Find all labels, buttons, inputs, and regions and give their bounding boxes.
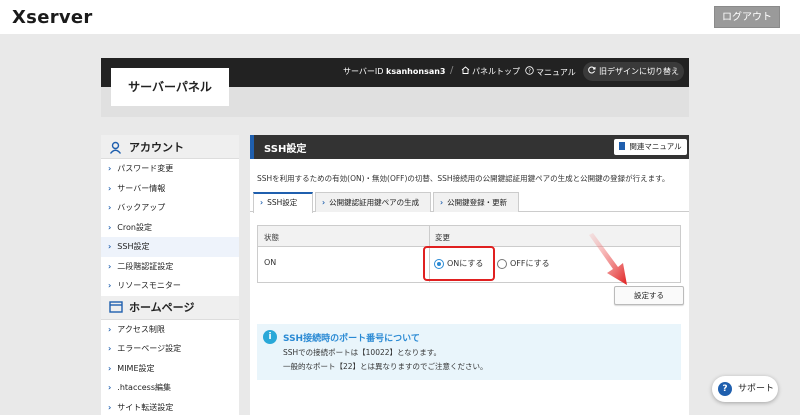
chevron-right-icon: › bbox=[108, 261, 112, 271]
page-title: SSH設定 bbox=[264, 144, 307, 155]
chevron-right-icon: › bbox=[108, 402, 112, 412]
sidebar-item-label: パスワード変更 bbox=[117, 164, 174, 174]
sidebar-item-cron[interactable]: › Cron設定 bbox=[101, 218, 239, 238]
chevron-right-icon: › bbox=[108, 324, 112, 334]
ssh-off-radio[interactable]: OFFにする bbox=[497, 258, 550, 269]
tab-ssh-settings[interactable]: › SSH設定 bbox=[253, 192, 313, 213]
chevron-right-icon: › bbox=[108, 383, 112, 393]
red-arrow-icon bbox=[589, 233, 627, 285]
home-icon bbox=[461, 66, 470, 76]
sidebar-item-password[interactable]: › パスワード変更 bbox=[101, 159, 239, 179]
tab-public-key-register[interactable]: › 公開鍵登録・更新 bbox=[433, 192, 519, 212]
sidebar-section-title: アカウント bbox=[129, 140, 184, 154]
save-settings-button[interactable]: 設定する bbox=[614, 286, 684, 305]
sidebar-item-label: エラーページ設定 bbox=[117, 344, 182, 354]
info-title: SSH接続時のポート番号について bbox=[283, 334, 420, 344]
chevron-right-icon: › bbox=[260, 198, 264, 207]
manual-link[interactable]: ? マニュアル bbox=[525, 66, 576, 78]
old-design-label: 旧デザインに切り替え bbox=[599, 67, 679, 76]
tab-label: 公開鍵認証用鍵ペアの生成 bbox=[329, 198, 420, 207]
chevron-right-icon: › bbox=[108, 363, 112, 373]
manual-label: マニュアル bbox=[536, 68, 576, 77]
sidebar-item-error-page[interactable]: › エラーページ設定 bbox=[101, 339, 239, 359]
question-icon: ? bbox=[718, 382, 732, 396]
column-header-change: 変更 bbox=[435, 233, 450, 242]
sidebar-item-label: サーバー情報 bbox=[117, 183, 166, 193]
sidebar-item-server-info[interactable]: › サーバー情報 bbox=[101, 179, 239, 199]
sidebar-item-label: アクセス制限 bbox=[117, 324, 165, 334]
sidebar-item-label: バックアップ bbox=[117, 203, 166, 213]
radio-label: OFFにする bbox=[510, 259, 550, 268]
xserver-logo[interactable]: Xserver bbox=[12, 7, 93, 28]
chevron-right-icon: › bbox=[440, 198, 444, 207]
sidebar-section-account: アカウント bbox=[101, 135, 239, 159]
logout-button[interactable]: ログアウト bbox=[714, 6, 780, 28]
chevron-right-icon: › bbox=[108, 203, 112, 213]
chevron-right-icon: › bbox=[322, 198, 326, 207]
sidebar-item-ssh[interactable]: › SSH設定 bbox=[101, 237, 239, 257]
sidebar-item-label: SSH設定 bbox=[117, 242, 150, 252]
sidebar-item-label: リソースモニター bbox=[117, 281, 181, 291]
sidebar-item-label: Cron設定 bbox=[117, 222, 152, 232]
sidebar-item-resource-monitor[interactable]: › リソースモニター bbox=[101, 276, 239, 296]
user-icon bbox=[109, 141, 123, 154]
chevron-right-icon: › bbox=[108, 344, 112, 354]
tab-keypair-generate[interactable]: › 公開鍵認証用鍵ペアの生成 bbox=[315, 192, 431, 212]
column-header-status: 状態 bbox=[264, 233, 279, 242]
port-info-box: i SSH接続時のポート番号について SSHでの接続ポートは【10022】となり… bbox=[257, 324, 681, 380]
sidebar-section-title: ホームページ bbox=[129, 301, 195, 314]
server-panel-logo[interactable]: サーバーパネル bbox=[111, 68, 229, 106]
book-icon bbox=[619, 142, 626, 150]
sidebar-item-label: MIME設定 bbox=[117, 363, 155, 373]
ssh-status-value: ON bbox=[264, 258, 277, 267]
sidebar-item-mime[interactable]: › MIME設定 bbox=[101, 359, 239, 379]
info-line: 一般的なポート【22】とは異なりますのでご注意ください。 bbox=[283, 362, 488, 371]
chevron-right-icon: › bbox=[108, 183, 112, 193]
old-design-switch-button[interactable]: 旧デザインに切り替え bbox=[583, 62, 684, 81]
top-bar: Xserver ログアウト bbox=[0, 0, 800, 34]
panel-top-label: パネルトップ bbox=[472, 67, 520, 76]
browser-window-icon bbox=[109, 301, 123, 313]
sidebar-item-label: .htaccess編集 bbox=[117, 383, 172, 393]
radio-unselected-icon bbox=[497, 258, 507, 269]
highlight-box bbox=[423, 246, 495, 281]
tab-bar: › SSH設定 › 公開鍵認証用鍵ペアの生成 › 公開鍵登録・更新 bbox=[250, 192, 689, 213]
sidebar-item-label: サイト転送設定 bbox=[117, 402, 174, 412]
main-content: SSH設定 関連マニュアル SSHを利用するための有効(ON)・無効(OFF)の… bbox=[250, 135, 689, 415]
chevron-right-icon: › bbox=[108, 242, 112, 252]
related-manual-button[interactable]: 関連マニュアル bbox=[614, 139, 687, 155]
sidebar-section-homepage: ホームページ bbox=[101, 295, 239, 320]
server-id-value: ksanhonsan3 bbox=[386, 67, 446, 76]
sidebar-item-backup[interactable]: › バックアップ bbox=[101, 198, 239, 218]
info-icon: i bbox=[263, 330, 277, 344]
chevron-right-icon: › bbox=[108, 222, 112, 232]
sidebar-item-site-transfer[interactable]: › サイト転送設定 bbox=[101, 398, 239, 415]
info-line: SSHでの接続ポートは【10022】となります。 bbox=[283, 348, 442, 357]
sidebar: アカウント › パスワード変更 › サーバー情報 › バックアップ › Cron設定 ›… bbox=[101, 135, 239, 415]
chevron-right-icon: › bbox=[108, 281, 112, 291]
header-separator: / bbox=[450, 65, 454, 76]
server-id: サーバーID ksanhonsan3 bbox=[343, 66, 445, 77]
refresh-icon bbox=[588, 62, 596, 81]
chevron-right-icon: › bbox=[108, 164, 112, 174]
page-description: SSHを利用するための有効(ON)・無効(OFF)の切替、SSH接続用の公開鍵認… bbox=[257, 174, 670, 183]
page-title-bar: SSH設定 関連マニュアル bbox=[250, 135, 689, 159]
panel-top-link[interactable]: パネルトップ bbox=[461, 66, 520, 77]
sidebar-item-label: 二段階認証設定 bbox=[117, 261, 174, 271]
question-circle-icon: ? bbox=[525, 66, 534, 77]
support-button[interactable]: ? サポート bbox=[712, 376, 778, 402]
support-label: サポート bbox=[738, 384, 775, 394]
tab-label: SSH設定 bbox=[267, 198, 298, 207]
sidebar-item-htaccess[interactable]: › .htaccess編集 bbox=[101, 378, 239, 398]
svg-text:?: ? bbox=[528, 69, 531, 75]
related-manual-label: 関連マニュアル bbox=[629, 142, 682, 151]
sidebar-item-two-factor[interactable]: › 二段階認証設定 bbox=[101, 257, 239, 277]
sidebar-item-access-restriction[interactable]: › アクセス制限 bbox=[101, 320, 239, 340]
server-id-label: サーバーID bbox=[343, 67, 384, 76]
tab-label: 公開鍵登録・更新 bbox=[447, 198, 508, 207]
